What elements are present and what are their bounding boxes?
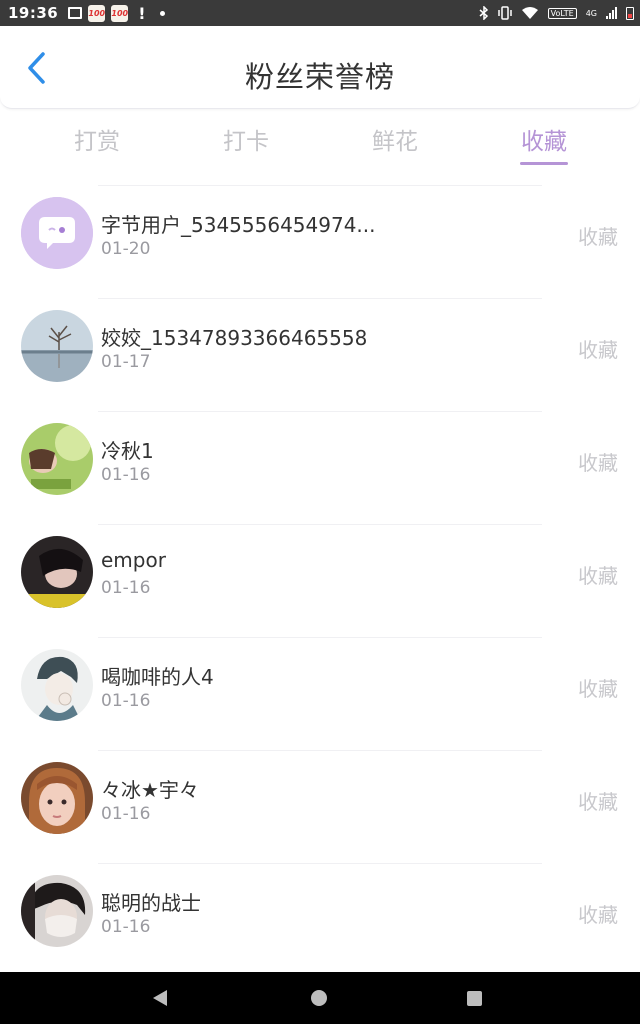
photo-dark-hair (21, 536, 93, 608)
divider (98, 524, 542, 525)
action-label: 收藏 (578, 338, 618, 362)
avatar[interactable] (21, 649, 93, 721)
avatar[interactable] (21, 762, 93, 834)
tab-bar: 打赏 打卡 鲜花 收藏 (0, 112, 640, 168)
fan-name: 々冰★宇々 (101, 778, 199, 802)
app-badge-icon: 100 (111, 4, 129, 22)
fan-name: 冷秋1 (101, 439, 154, 463)
system-navigation-bar (0, 972, 640, 1024)
app-badge-text: 100 (88, 8, 106, 18)
action-label: 收藏 (578, 451, 618, 475)
divider (98, 298, 542, 299)
photo-lake-tree (21, 310, 93, 382)
battery-icon (626, 6, 634, 20)
fan-name: 聪明的战士 (101, 891, 201, 915)
volte-badge: VoLTE (547, 7, 577, 19)
photo-mask-person (21, 875, 93, 947)
avatar[interactable] (21, 423, 93, 495)
action-label: 收藏 (578, 225, 618, 249)
alert-icon: ! (138, 3, 146, 23)
notification-icons: 100 100 ! (68, 3, 165, 23)
vibrate-icon (497, 6, 512, 20)
list-item[interactable]: 姣姣_15347893366465558 01-17 收藏 (0, 298, 640, 411)
fan-date: 01-16 (101, 691, 151, 711)
more-dot-icon (159, 10, 165, 16)
fan-name: 字节用户_5345556454974... (101, 213, 376, 237)
list-item[interactable]: 々冰★宇々 01-16 收藏 (0, 750, 640, 863)
divider (98, 637, 542, 638)
avatar[interactable] (21, 875, 93, 947)
signal-icon (606, 7, 617, 19)
list-item[interactable]: 聪明的战士 01-16 收藏 (0, 863, 640, 976)
bluetooth-icon (479, 6, 488, 20)
chat-bubble-icon (21, 197, 93, 269)
list-item[interactable]: empor 01-16 收藏 (0, 524, 640, 637)
divider (98, 411, 542, 412)
status-bar: 19:36 100 100 ! VoLTE 4G (0, 0, 640, 26)
fan-date: 01-17 (101, 352, 151, 372)
tab-favorites[interactable]: 收藏 (519, 122, 569, 156)
action-label: 收藏 (578, 677, 618, 701)
tab-flowers[interactable]: 鲜花 (370, 122, 420, 156)
nav-home-icon[interactable] (311, 990, 327, 1006)
divider (98, 750, 542, 751)
tab-checkin[interactable]: 打卡 (221, 122, 271, 156)
avatar[interactable] (21, 310, 93, 382)
page-title: 粉丝荣誉榜 (244, 60, 395, 94)
avatar[interactable] (21, 197, 93, 269)
list-item[interactable]: 冷秋1 01-16 收藏 (0, 411, 640, 524)
active-tab-indicator (520, 162, 568, 165)
fan-date: 01-16 (101, 917, 151, 937)
list-item[interactable]: 字节用户_5345556454974... 01-20 收藏 (0, 185, 640, 298)
fan-name: 喝咖啡的人4 (101, 665, 214, 689)
action-label: 收藏 (578, 903, 618, 927)
fan-name: empor (101, 548, 166, 572)
tab-reward[interactable]: 打赏 (72, 122, 122, 156)
fan-date: 01-16 (101, 578, 151, 598)
fan-date: 01-16 (101, 465, 151, 485)
photo-girl-face (21, 762, 93, 834)
nav-back-icon[interactable] (153, 990, 167, 1006)
fan-name: 姣姣_15347893366465558 (101, 326, 368, 350)
fan-date: 01-20 (101, 239, 151, 259)
list-item[interactable]: 喝咖啡的人4 01-16 收藏 (0, 637, 640, 750)
divider (98, 863, 542, 864)
photo-anime-boy (21, 649, 93, 721)
action-label: 收藏 (578, 790, 618, 814)
app-badge-icon: 100 (88, 4, 106, 22)
screen-icon (68, 7, 83, 19)
header: 粉丝荣誉榜 (0, 26, 640, 109)
action-label: 收藏 (578, 564, 618, 588)
photo-green-field (21, 423, 93, 495)
app-badge-text: 100 (111, 8, 129, 18)
network-type: 4G (585, 8, 597, 18)
status-time: 19:36 (8, 4, 59, 22)
wifi-icon (521, 7, 538, 19)
system-icons: VoLTE 4G (479, 0, 634, 26)
divider (98, 185, 542, 186)
nav-recents-icon[interactable] (467, 991, 482, 1006)
fan-date: 01-16 (101, 804, 151, 824)
avatar[interactable] (21, 536, 93, 608)
